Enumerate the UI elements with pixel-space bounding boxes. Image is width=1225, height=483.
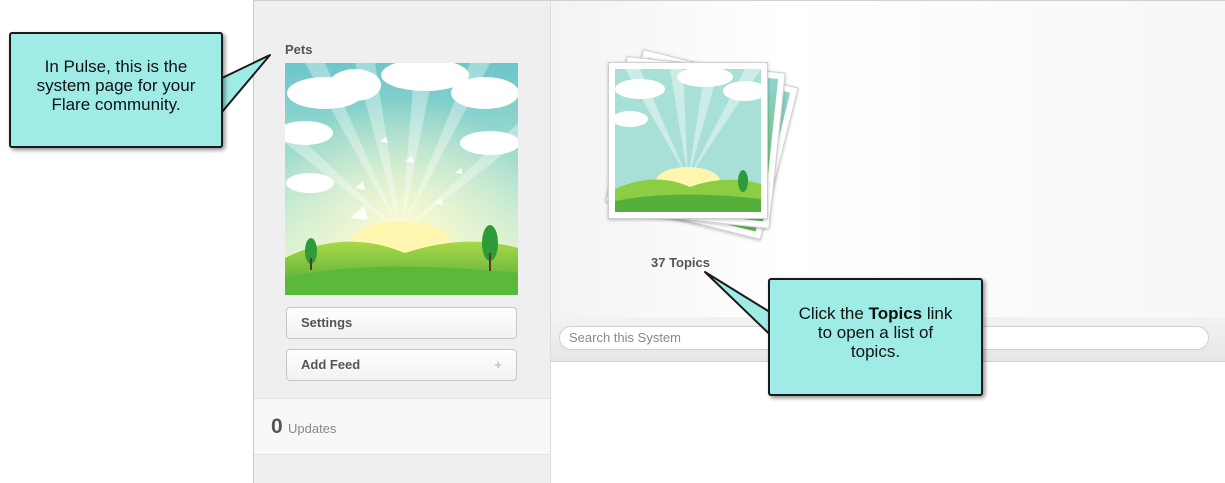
callout-text: link bbox=[922, 304, 953, 323]
callout-line: system page for your bbox=[36, 76, 196, 95]
callout-bold-text: Topics bbox=[868, 304, 923, 323]
callout-line: to open a list of bbox=[817, 323, 934, 342]
callout-system-page: In Pulse, this is the system page for yo… bbox=[9, 32, 223, 148]
callout-line: Flare community. bbox=[51, 95, 181, 114]
callout-line: topics. bbox=[850, 342, 901, 361]
callout-line: Click the Topics link bbox=[770, 304, 981, 323]
callout-text: Click the bbox=[798, 304, 869, 323]
callout-line: In Pulse, this is the bbox=[44, 57, 188, 76]
callout-topics-link: Click the Topics link to open a list of … bbox=[768, 278, 983, 396]
